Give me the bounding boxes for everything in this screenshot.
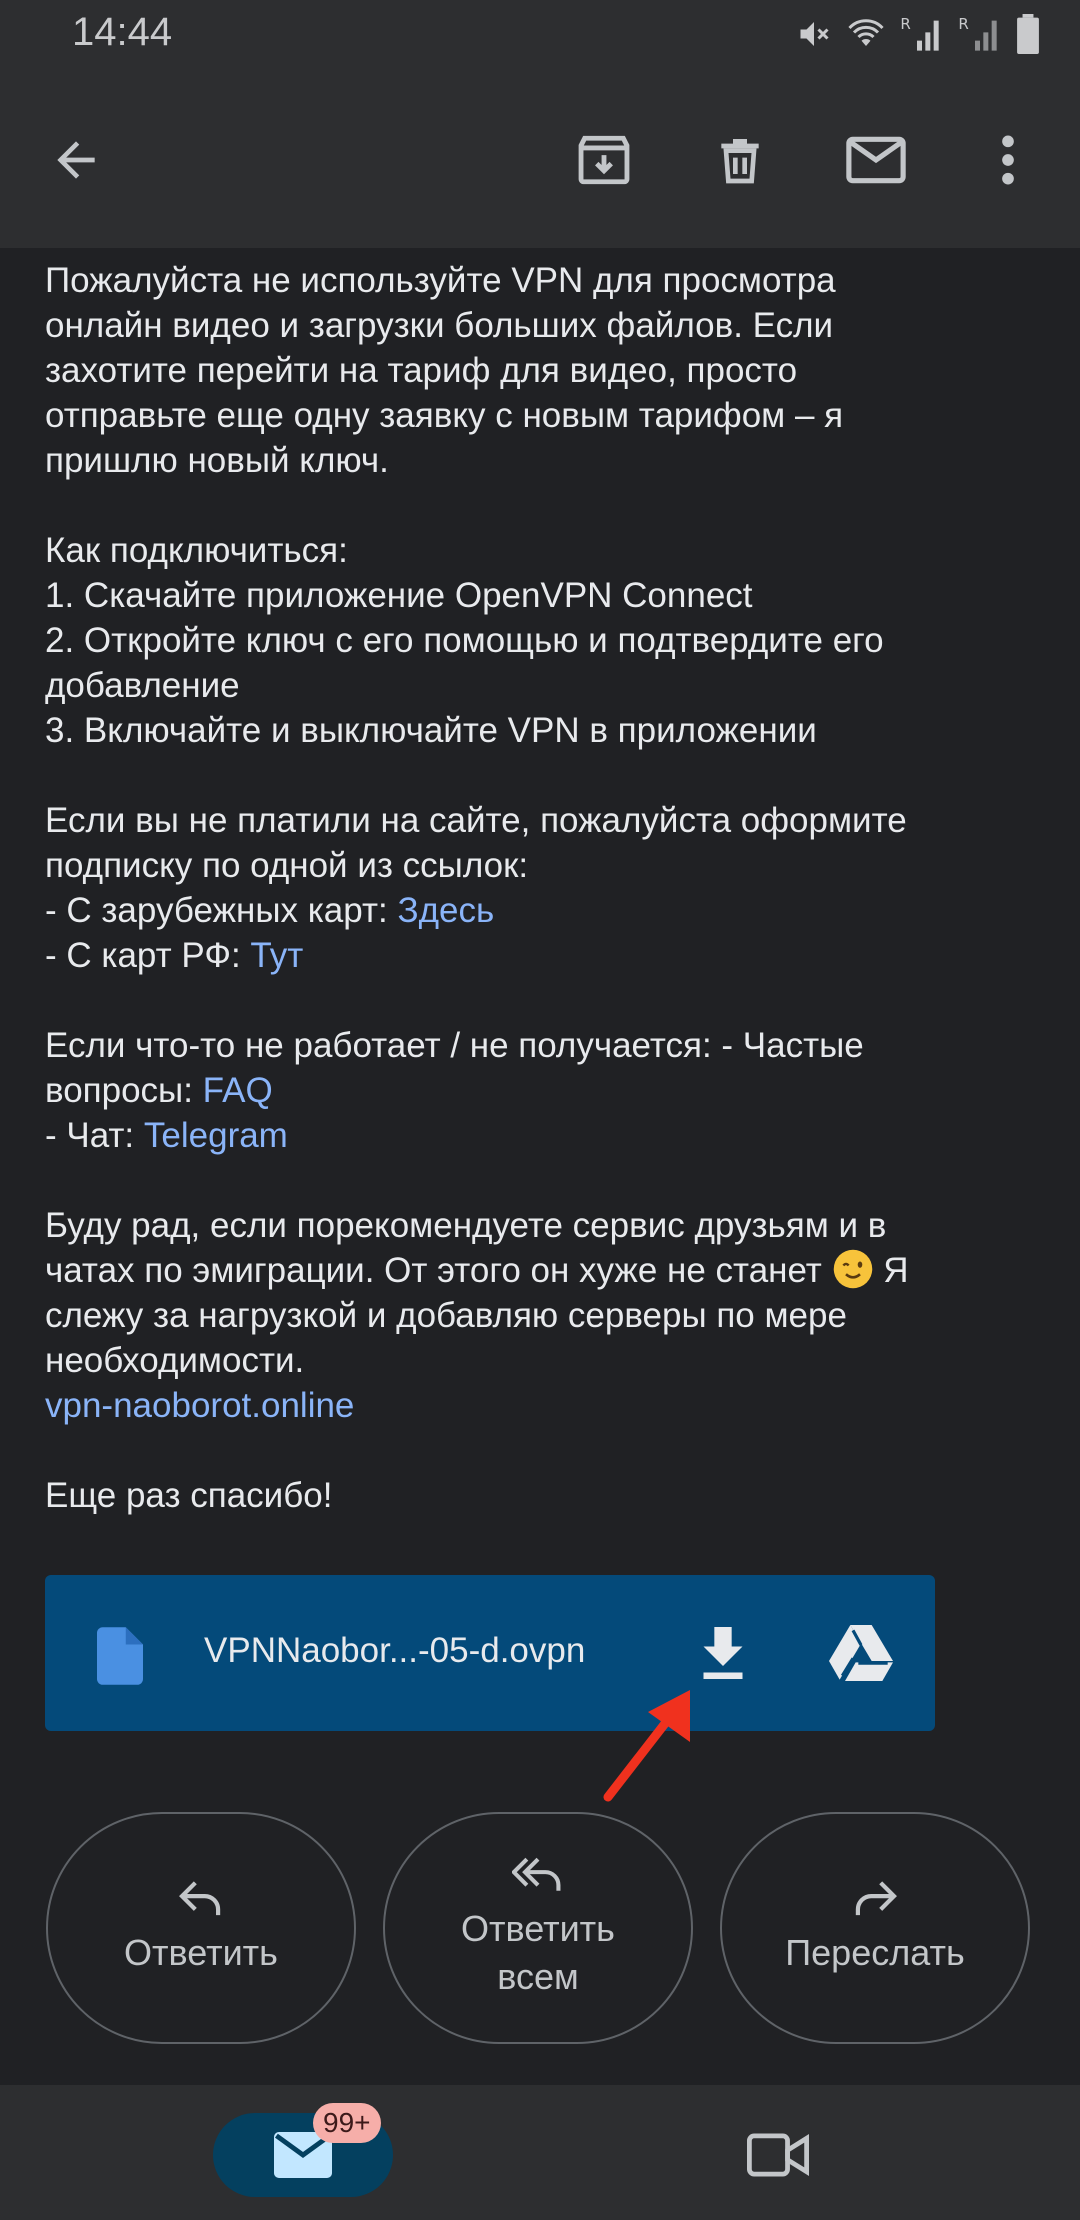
attachment-chip[interactable]: VPNNaobor...-05-d.ovpn: [45, 1575, 935, 1731]
paragraph-warning: Пожалуйста не используйте VPN для просмо…: [45, 258, 1035, 483]
archive-icon: [578, 135, 630, 185]
battery-icon: [1017, 14, 1039, 54]
reply-label: Ответить: [124, 1932, 278, 1973]
red-annotation-arrow: [603, 1690, 690, 1802]
wifi-icon: [848, 19, 884, 46]
text-line: 3. Включайте и выключайте VPN в приложен…: [45, 711, 817, 750]
signal-icon-1: R: [900, 15, 939, 51]
telegram-link[interactable]: Telegram: [144, 1116, 288, 1155]
rf-cards-link[interactable]: Тут: [250, 936, 303, 975]
forward-label: Переслать: [785, 1932, 965, 1973]
google-drive-icon: [829, 1625, 893, 1681]
email-body: Пожалуйста не используйте VPN для просмо…: [45, 258, 1035, 1563]
mute-icon: [800, 22, 829, 46]
reply-button[interactable]: Ответить: [46, 1812, 356, 2044]
attachment-filename: VPNNaobor...-05-d.ovpn: [204, 1631, 586, 1670]
video-camera-icon: [747, 2133, 809, 2177]
rf-cards-label: - С карт РФ:: [45, 936, 251, 975]
trash-icon: [721, 139, 759, 184]
reply-all-label-line2: всем: [497, 1956, 579, 1997]
reply-all-button[interactable]: Ответить всем: [383, 1812, 693, 2044]
paragraph-thanks: Еще раз спасибо!: [45, 1473, 1035, 1518]
text-line: 1. Скачайте приложение OpenVPN Connect: [45, 576, 753, 615]
forward-button[interactable]: Переслать: [720, 1812, 1030, 2044]
paragraph-recommend: Буду рад, если порекомендуете сервис дру…: [45, 1203, 1035, 1428]
mark-unread-button[interactable]: [836, 120, 916, 200]
archive-button[interactable]: [564, 120, 644, 200]
status-icons: R R: [796, 12, 1040, 56]
more-options-button[interactable]: [968, 120, 1048, 200]
text-line: необходимости.: [45, 1341, 305, 1380]
save-to-drive-button[interactable]: [825, 1619, 897, 1687]
text-line: Буду рад, если порекомендуете сервис дру…: [45, 1206, 887, 1245]
text-line: Как подключиться:: [45, 531, 348, 570]
bottom-navigation: 99+: [0, 2085, 1080, 2220]
status-time: 14:44: [72, 10, 173, 54]
delete-button[interactable]: [700, 120, 780, 200]
signal-icon-2: R: [958, 15, 997, 51]
chat-label: - Чат:: [45, 1116, 144, 1155]
toolbar: [0, 68, 1080, 248]
text-line: онлайн видео и загрузки больших файлов. …: [45, 306, 834, 345]
text-line: - Чат: Telegram: [45, 1113, 1035, 1158]
website-link[interactable]: vpn-naoborot.online: [45, 1383, 1035, 1428]
reply-all-icon: [512, 1857, 561, 1891]
reply-icon: [179, 1881, 221, 1916]
reply-all-label-line1: Ответить: [461, 1908, 615, 1949]
text-line: отправьте еще одну заявку с новым тарифо…: [45, 396, 844, 435]
paragraph-support: Если что-то не работает / не получается:…: [45, 1023, 1035, 1158]
text-line: чатах по эмиграции. От этого он хуже не …: [45, 1248, 1035, 1293]
text-line: вопросы: FAQ: [45, 1068, 1035, 1113]
text-line: подписку по одной из ссылок:: [45, 846, 529, 885]
faq-link[interactable]: FAQ: [203, 1071, 273, 1110]
foreign-cards-label: - С зарубежных карт:: [45, 891, 398, 930]
download-icon: [703, 1627, 743, 1679]
text-line: слежу за нагрузкой и добавляю серверы по…: [45, 1296, 847, 1335]
faq-label: вопросы:: [45, 1071, 203, 1110]
text-segment: Я: [873, 1251, 909, 1290]
download-button[interactable]: [691, 1619, 755, 1687]
text-line: 2. Откройте ключ с его помощью и подтвер…: [45, 621, 884, 660]
text-line: - С зарубежных карт: Здесь: [45, 888, 1035, 933]
text-line: - С карт РФ: Тут: [45, 933, 1035, 978]
text-line: добавление: [45, 666, 240, 705]
meet-tab[interactable]: [738, 2115, 818, 2195]
svg-text:R: R: [958, 15, 968, 33]
text-line: Если вы не платили на сайте, пожалуйста …: [45, 801, 907, 840]
back-button[interactable]: [36, 120, 116, 200]
unread-count-badge: 99+: [313, 2103, 381, 2143]
svg-text:R: R: [900, 15, 910, 33]
wink-emoji-icon: [833, 1249, 872, 1289]
status-bar: 14:44 R R: [0, 0, 1080, 68]
text-line: захотите перейти на тариф для видео, про…: [45, 351, 798, 390]
forward-icon: [855, 1881, 897, 1916]
paragraph-subscription: Если вы не платили на сайте, пожалуйста …: [45, 798, 1035, 978]
more-vert-icon: [1002, 135, 1014, 185]
arrow-back-icon: [57, 141, 95, 179]
mail-icon: [846, 136, 906, 184]
text-line: Если что-то не работает / не получается:…: [45, 1026, 864, 1065]
foreign-cards-link[interactable]: Здесь: [397, 891, 494, 930]
text-segment: чатах по эмиграции. От этого он хуже не …: [45, 1251, 832, 1290]
text-line: Еще раз спасибо!: [45, 1476, 333, 1515]
document-icon: [97, 1627, 143, 1685]
text-line: Пожалуйста не используйте VPN для просмо…: [45, 261, 836, 300]
paragraph-instructions: Как подключиться: 1. Скачайте приложение…: [45, 528, 1035, 753]
text-line: пришлю новый ключ.: [45, 441, 389, 480]
